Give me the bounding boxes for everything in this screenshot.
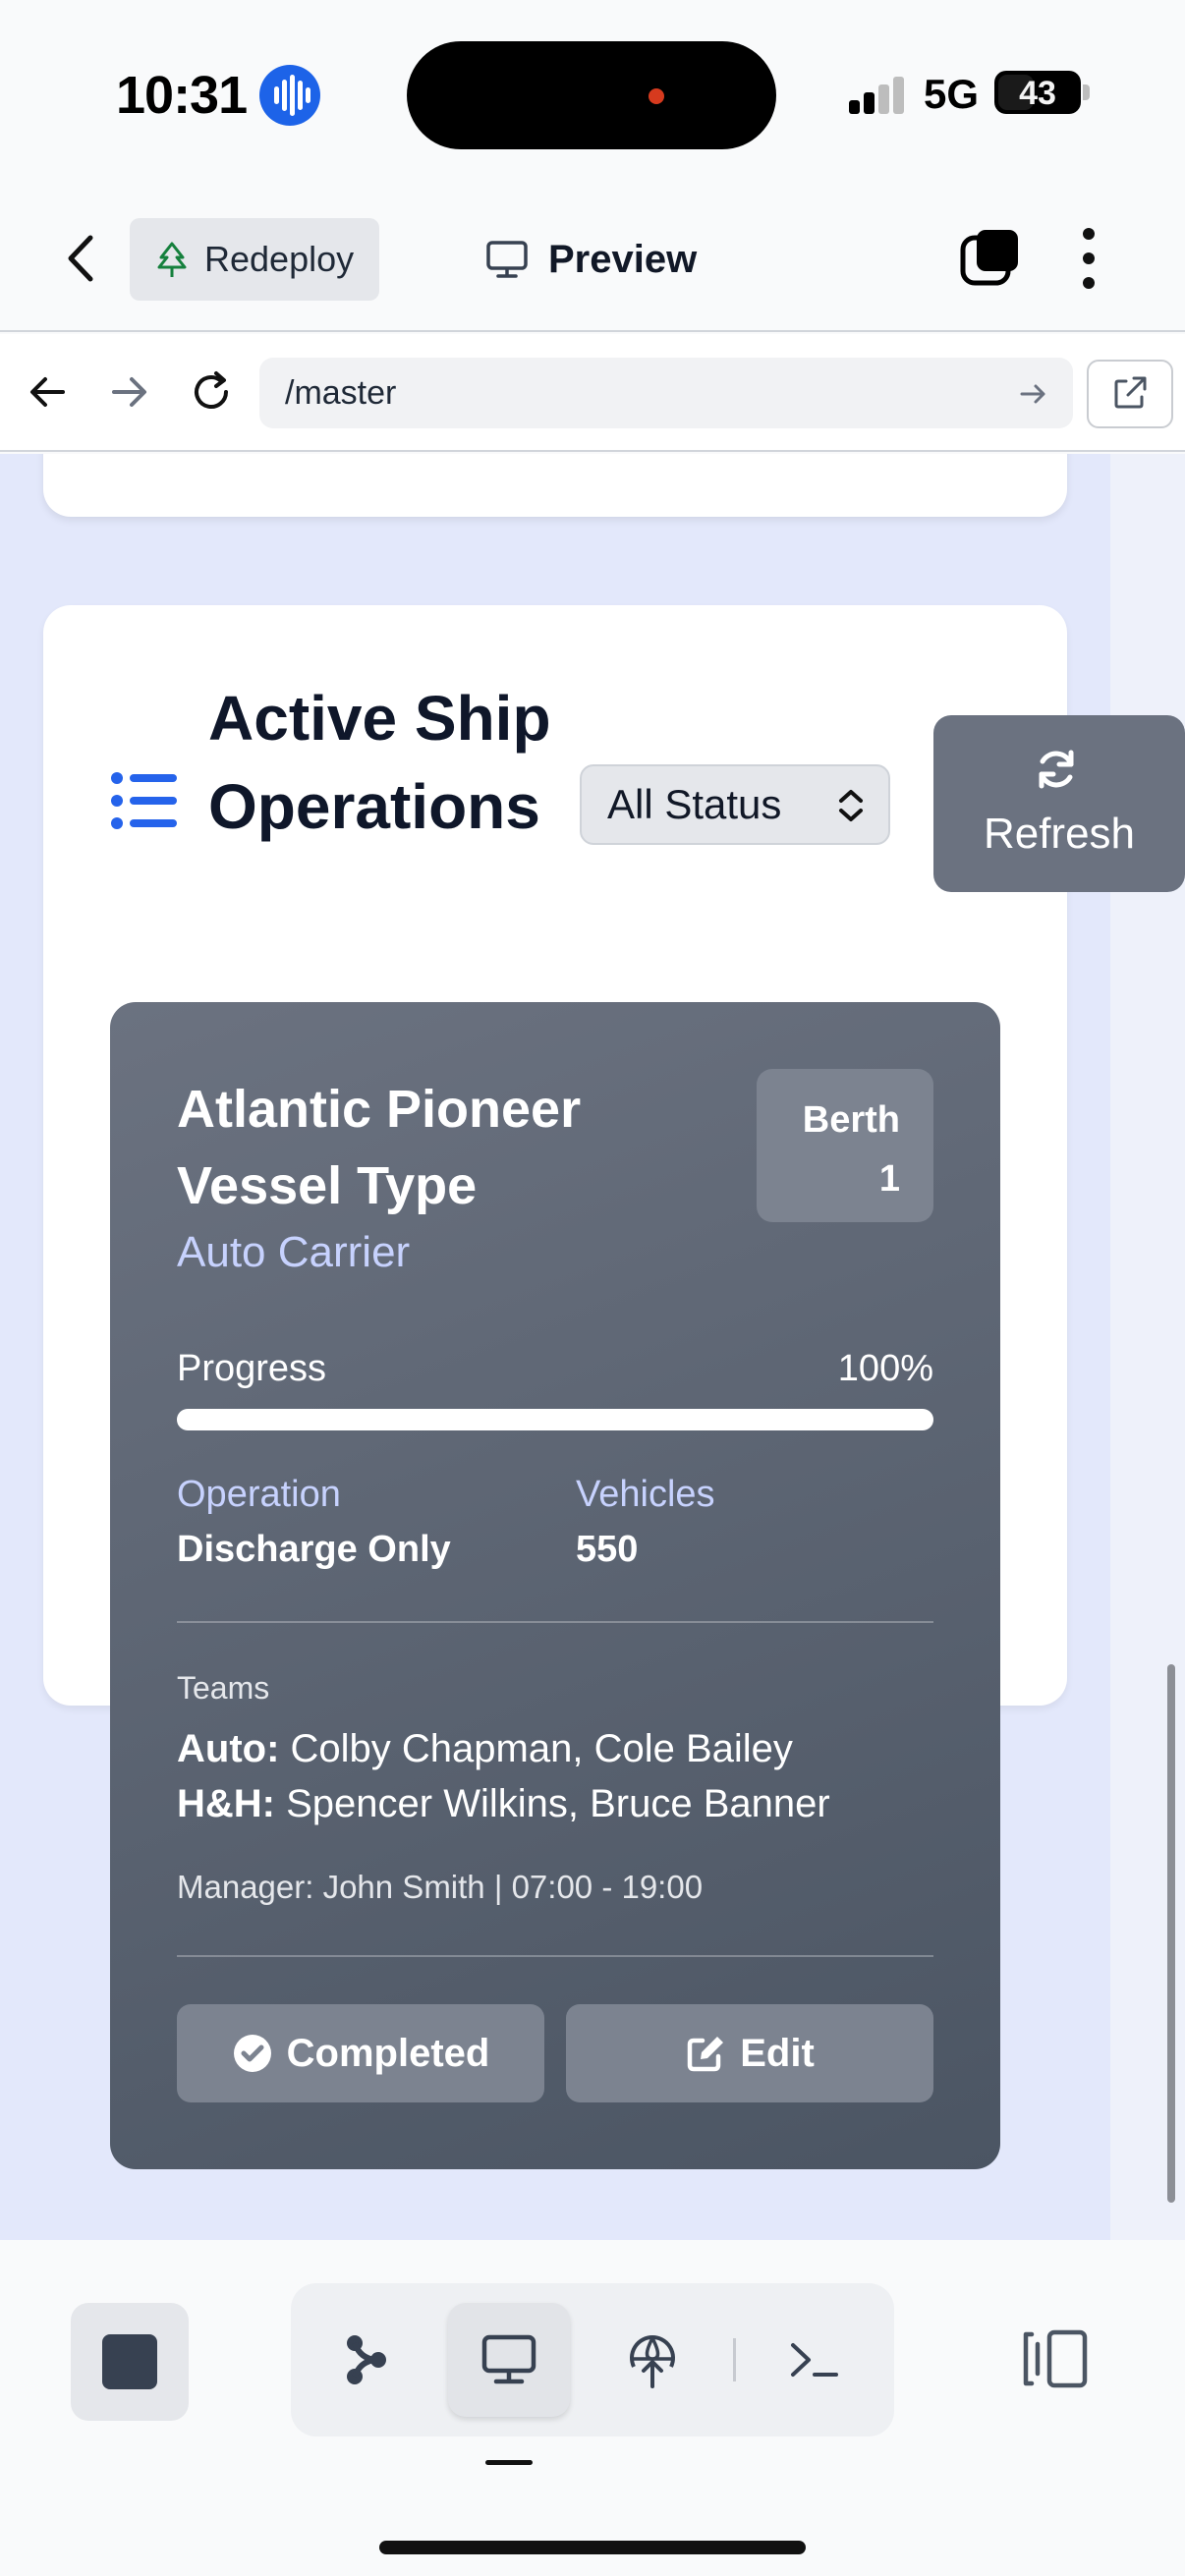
go-arrow-icon[interactable] <box>1018 379 1047 409</box>
battery-level: 43 <box>1019 75 1056 112</box>
reload-icon[interactable] <box>187 367 236 417</box>
progress-value: 100% <box>837 1348 933 1389</box>
forward-arrow-icon[interactable] <box>104 367 153 417</box>
chevron-up-down-icon <box>839 790 863 821</box>
tabs-icon[interactable] <box>959 226 1022 289</box>
page-viewport[interactable]: Active Ship Operations All Status Refres… <box>0 454 1185 2240</box>
team-line: H&H: Spencer Wilkins, Bruce Banner <box>177 1782 830 1826</box>
edit-icon <box>687 2037 724 2072</box>
completed-button[interactable]: Completed <box>177 2004 544 2102</box>
operation-value: Discharge Only <box>177 1529 451 1570</box>
battery-icon: 43 <box>994 71 1081 114</box>
dynamic-island <box>407 41 776 149</box>
deploy-icon[interactable] <box>592 2303 713 2417</box>
operation-label: Operation <box>177 1474 341 1515</box>
back-chevron-icon[interactable] <box>57 226 106 291</box>
edit-label: Edit <box>740 2031 815 2075</box>
refresh-label: Refresh <box>983 810 1136 858</box>
check-circle-icon <box>233 2035 271 2072</box>
bottom-toolbar <box>0 2240 1185 2576</box>
team-name: H&H: <box>177 1782 275 1825</box>
toolbar-separator <box>733 2338 736 2381</box>
refresh-button[interactable]: Refresh <box>933 715 1185 892</box>
panel-toggle-icon[interactable] <box>1018 2326 1091 2391</box>
status-bar: 10:31 5G 43 <box>0 0 1185 196</box>
edit-button[interactable]: Edit <box>566 2004 933 2102</box>
drawer-handle[interactable] <box>485 2460 533 2465</box>
home-indicator[interactable] <box>379 2541 806 2554</box>
preview-tab[interactable]: Preview <box>485 232 697 287</box>
ship-name: Atlantic Pioneer Vessel Type <box>177 1080 582 1215</box>
progress-label: Progress <box>177 1348 327 1389</box>
divider <box>177 1955 933 1957</box>
team-name: Auto: <box>177 1727 280 1770</box>
graph-icon[interactable] <box>305 2303 426 2417</box>
divider <box>177 1621 933 1623</box>
terminal-icon[interactable] <box>753 2303 875 2417</box>
progress-bar <box>177 1409 933 1430</box>
vessel-type: Auto Carrier <box>177 1228 411 1276</box>
url-bar: /master <box>0 334 1185 452</box>
battery-tip <box>1083 84 1090 100</box>
team-line: Auto: Colby Chapman, Cole Bailey <box>177 1727 793 1771</box>
status-filter-value: All Status <box>607 781 782 827</box>
refresh-icon <box>1039 750 1074 789</box>
recording-indicator <box>649 88 664 104</box>
back-arrow-icon[interactable] <box>24 367 73 417</box>
berth-label: Berth <box>802 1099 900 1141</box>
app-bar: Redeploy Preview <box>0 196 1185 332</box>
berth-number: 1 <box>878 1158 900 1200</box>
teams-label: Teams <box>177 1670 270 1706</box>
list-icon <box>110 770 179 831</box>
team-members: Spencer Wilkins, Bruce Banner <box>286 1782 830 1825</box>
progress-fill <box>177 1409 933 1430</box>
previous-card <box>43 454 1067 517</box>
network-label: 5G <box>924 71 980 117</box>
vehicles-label: Vehicles <box>576 1474 715 1515</box>
tool-group <box>291 2283 894 2436</box>
monitor-icon[interactable] <box>448 2303 570 2417</box>
stop-icon[interactable] <box>71 2303 189 2421</box>
ship-operation-card[interactable]: Atlantic Pioneer Vessel Type Auto Carrie… <box>110 1002 1000 2169</box>
status-filter-select[interactable]: All Status <box>580 764 890 845</box>
external-link-icon[interactable] <box>1087 360 1173 428</box>
redeploy-button[interactable]: Redeploy <box>130 218 379 301</box>
url-input[interactable]: /master <box>259 358 1073 428</box>
preview-label: Preview <box>548 237 698 281</box>
scrollbar[interactable] <box>1167 1664 1175 2203</box>
manager-line: Manager: John Smith | 07:00 - 19:00 <box>177 1869 704 1905</box>
completed-label: Completed <box>286 2031 490 2075</box>
tree-icon <box>157 242 187 277</box>
siri-waveform-icon <box>259 65 320 126</box>
vehicles-value: 550 <box>576 1529 639 1570</box>
team-members: Colby Chapman, Cole Bailey <box>290 1727 793 1770</box>
section-title: Active Ship Operations <box>208 683 551 842</box>
status-time: 10:31 <box>116 66 248 125</box>
more-vertical-icon[interactable] <box>1079 224 1099 293</box>
monitor-icon <box>486 241 528 278</box>
redeploy-label: Redeploy <box>204 239 355 279</box>
berth-badge: Berth 1 <box>757 1069 933 1222</box>
